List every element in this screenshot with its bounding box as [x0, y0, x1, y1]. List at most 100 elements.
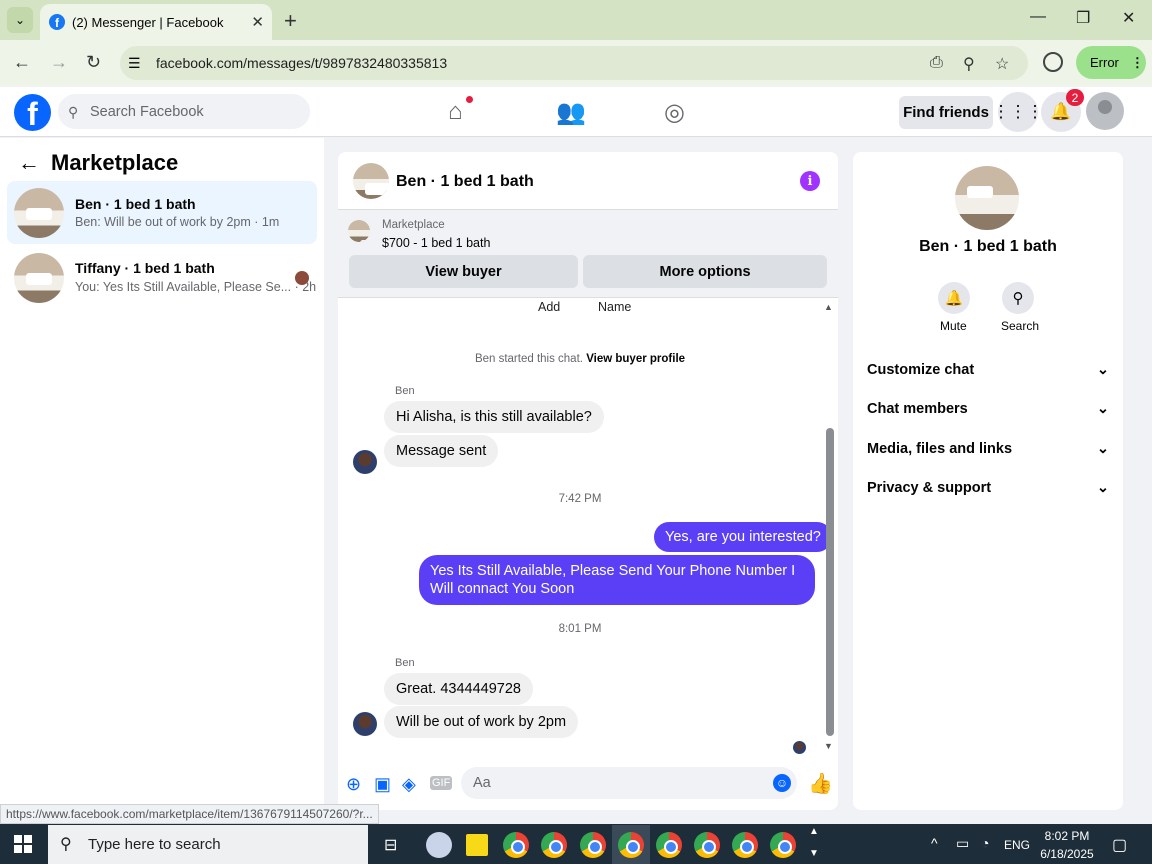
sender-avatar[interactable] [353, 712, 377, 736]
sender-name: Ben [395, 657, 415, 669]
like-thumb-icon[interactable]: 👍 [808, 771, 833, 796]
mute-label[interactable]: Mute [940, 319, 967, 333]
back-icon[interactable]: ← [13, 52, 31, 73]
url-field[interactable]: facebook.com/messages/t/9897832480335813 [120, 46, 1028, 80]
message-bubble[interactable]: Message sent [384, 435, 499, 467]
browser-tab[interactable]: f (2) Messenger | Facebook ✕ [40, 4, 272, 40]
zoom-icon[interactable]: ⚲ [963, 54, 975, 74]
taskbar-scroll-up-icon[interactable]: ▲ [809, 826, 819, 837]
new-tab-icon[interactable]: + [284, 8, 297, 34]
chevron-down-icon: ⌄ [1096, 480, 1109, 496]
install-app-icon[interactable]: ⎙ [930, 54, 943, 72]
sticker-icon[interactable]: ◈ [402, 774, 416, 795]
show-hidden-icons-icon[interactable]: ^ [931, 835, 938, 851]
scrollbar-thumb[interactable] [826, 428, 834, 736]
taskbar-scroll-down-icon[interactable]: ▼ [809, 848, 819, 859]
facebook-logo-icon[interactable]: f [14, 94, 51, 131]
chrome-icon[interactable] [580, 832, 606, 858]
find-friends-button[interactable]: Find friends [899, 96, 993, 129]
taskbar-search-input[interactable]: Type here to search [48, 825, 368, 864]
section-label: Customize chat [867, 362, 975, 378]
search-icon: ⚲ [68, 104, 79, 120]
taskbar-clock[interactable]: 8:02 PM 6/18/2025 [1038, 827, 1096, 863]
paint-app-icon[interactable] [426, 832, 452, 858]
close-window-icon[interactable]: ✕ [1122, 8, 1135, 28]
privacy-support-row[interactable]: Privacy & support ⌄ [867, 480, 1109, 496]
view-buyer-profile-link[interactable]: View buyer profile [586, 353, 685, 365]
view-buyer-button[interactable]: View buyer [349, 255, 578, 288]
tab-title: (2) Messenger | Facebook [72, 14, 224, 30]
chrome-icon[interactable] [770, 832, 796, 858]
chrome-icon[interactable] [694, 832, 720, 858]
reload-icon[interactable]: ↻ [86, 52, 101, 73]
windows-start-icon[interactable] [14, 835, 32, 853]
scroll-up-arrow-icon[interactable]: ▲ [824, 302, 833, 312]
error-button[interactable]: Error ⋮ [1076, 46, 1146, 79]
message-bubble[interactable]: Great. 4344449728 [384, 673, 533, 705]
facebook-search-input[interactable]: Search Facebook [58, 94, 310, 129]
conversation-item-ben[interactable]: Ben · 1 bed 1 bath Ben: Will be out of w… [7, 181, 317, 244]
chrome-icon[interactable] [732, 832, 758, 858]
close-tab-icon[interactable]: ✕ [251, 13, 264, 31]
conversation-title: Tiffany · 1 bed 1 bath [75, 260, 215, 276]
scroll-down-arrow-icon[interactable]: ▼ [824, 741, 833, 751]
chevron-down-icon: ⌄ [1096, 362, 1109, 378]
emoji-icon[interactable]: ☺ [773, 774, 791, 792]
minimize-icon[interactable]: — [1030, 8, 1046, 26]
tab-search-menu-icon[interactable]: ⌄ [7, 7, 33, 33]
search-icon[interactable]: ⚲ [1002, 282, 1034, 314]
device-icon[interactable]: ▭ [956, 835, 969, 852]
section-label: Chat members [867, 401, 968, 417]
chevron-down-icon: ⌄ [1096, 441, 1109, 457]
conversation-item-tiffany[interactable]: Tiffany · 1 bed 1 bath You: Yes Its Stil… [7, 246, 317, 309]
wifi-icon[interactable]: ◔ [981, 835, 989, 851]
chrome-icon[interactable] [503, 832, 529, 858]
read-receipt-avatar [793, 741, 806, 754]
listing-thumbnail [14, 188, 64, 238]
account-avatar[interactable] [1086, 92, 1124, 130]
notification-center-icon[interactable]: ▢ [1112, 835, 1127, 855]
chrome-icon[interactable] [541, 832, 567, 858]
search-label[interactable]: Search [1001, 319, 1039, 333]
forward-icon[interactable]: → [50, 52, 68, 73]
timestamp: 8:01 PM [558, 623, 602, 635]
message-bubble[interactable]: Will be out of work by 2pm [384, 706, 579, 738]
section-label: Privacy & support [867, 480, 992, 496]
conversation-snippet: You: Yes Its Still Available, Please Se.… [75, 280, 317, 294]
home-icon[interactable]: ⌂ [448, 98, 463, 126]
message-input[interactable]: Aa [461, 767, 797, 799]
friends-icon[interactable]: 👥 [556, 98, 586, 127]
listing-price[interactable]: $700 - 1 bed 1 bath [382, 236, 490, 250]
media-files-links-row[interactable]: Media, files and links ⌄ [867, 441, 1109, 457]
gif-icon[interactable]: GIF [430, 776, 453, 790]
groups-icon[interactable]: ◎ [664, 98, 685, 127]
sticky-notes-icon[interactable] [466, 834, 488, 856]
site-info-icon[interactable]: ☰ [128, 55, 141, 72]
language-indicator[interactable]: ENG [1004, 838, 1030, 852]
more-options-button[interactable]: More options [583, 255, 827, 288]
outgoing-message-bubble[interactable]: Yes Its Still Available, Please Send You… [419, 555, 815, 605]
sender-avatar[interactable] [353, 450, 377, 474]
add-plus-icon[interactable]: ⊕ [346, 774, 361, 795]
chrome-icon[interactable] [656, 832, 682, 858]
task-view-icon[interactable]: ⊟ [384, 835, 397, 855]
bookmark-star-icon[interactable]: ☆ [995, 54, 1009, 74]
clock-date: 6/18/2025 [1040, 847, 1094, 861]
attach-photo-icon[interactable]: ▣ [374, 774, 391, 795]
customize-chat-row[interactable]: Customize chat ⌄ [867, 362, 1109, 378]
chat-started-notice: Ben started this chat. View buyer profil… [338, 353, 822, 365]
details-listing-thumbnail[interactable] [955, 166, 1019, 230]
info-icon[interactable]: i [800, 171, 820, 191]
outgoing-message-bubble[interactable]: Yes, are you interested? [654, 522, 832, 552]
chat-listing-thumbnail[interactable] [353, 163, 389, 199]
chat-title[interactable]: Ben · 1 bed 1 bath [396, 173, 534, 191]
back-arrow-icon[interactable]: ← [18, 150, 40, 176]
chat-members-row[interactable]: Chat members ⌄ [867, 401, 1109, 417]
message-bubble[interactable]: Hi Alisha, is this still available? [384, 401, 604, 433]
mute-bell-icon[interactable]: 🔔 [938, 282, 970, 314]
menu-grid-icon[interactable]: ⋮⋮⋮ [993, 92, 1044, 132]
search-icon: ⚲ [60, 836, 72, 853]
maximize-icon[interactable]: ❐ [1076, 8, 1090, 28]
chrome-icon[interactable] [618, 832, 644, 858]
profile-icon[interactable] [1043, 52, 1063, 72]
